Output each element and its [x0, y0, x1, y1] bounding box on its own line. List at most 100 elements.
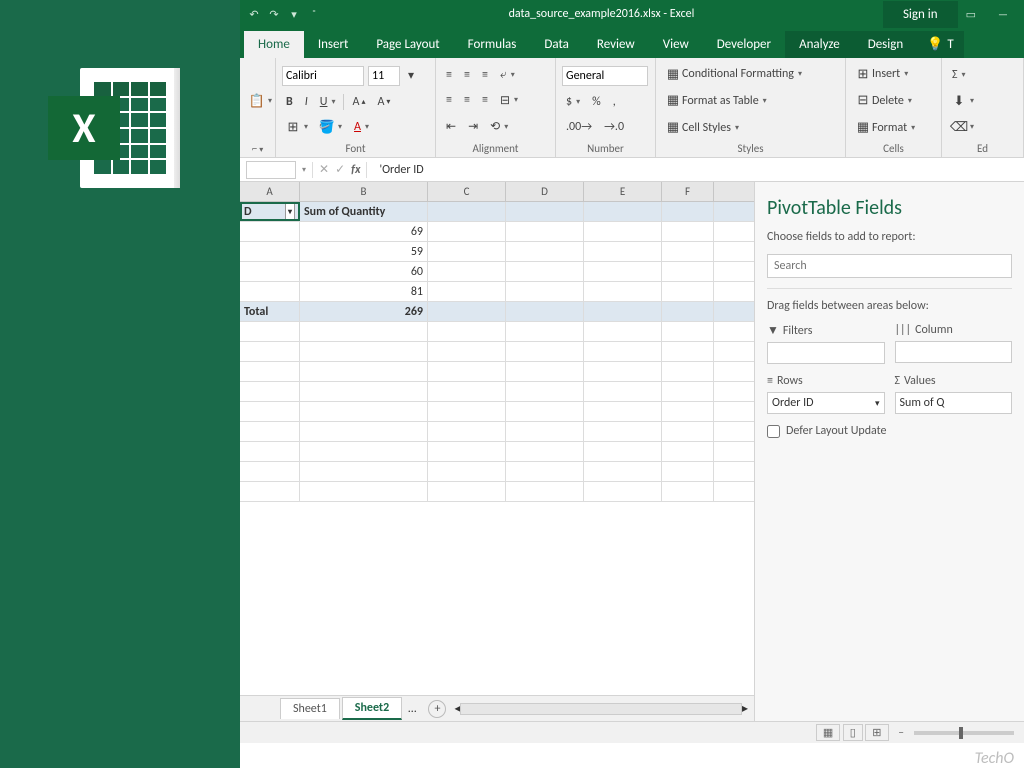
fx-icon[interactable]: fx: [351, 163, 360, 177]
col-B[interactable]: B: [300, 182, 428, 201]
increase-indent-button[interactable]: ⇥: [464, 117, 482, 136]
comma-button[interactable]: ,: [609, 93, 620, 111]
col-D[interactable]: D: [506, 182, 584, 201]
wrap-text-button[interactable]: ⤶: [496, 66, 519, 84]
minimize-icon[interactable]: —: [990, 8, 1016, 21]
borders-button[interactable]: ⊞: [282, 118, 312, 136]
cell-area[interactable]: D▾ Sum of Quantity 69 59 60 81 Total269: [240, 202, 754, 695]
decrease-indent-button[interactable]: ⇤: [442, 117, 460, 136]
fields-search-input[interactable]: [767, 254, 1012, 278]
increase-decimal-button[interactable]: .00→: [562, 118, 596, 136]
cancel-formula-icon[interactable]: ✕: [319, 162, 329, 177]
merge-button[interactable]: ⊟: [496, 91, 522, 110]
filters-area[interactable]: ▼Filters: [767, 323, 885, 364]
sheet-tab-sheet2[interactable]: Sheet2: [342, 697, 402, 720]
font-size-combo[interactable]: [368, 66, 400, 86]
clear-button[interactable]: ⌫: [948, 118, 1017, 136]
filters-slot[interactable]: [767, 342, 885, 364]
tab-formulas[interactable]: Formulas: [454, 31, 531, 58]
table-row[interactable]: D▾ Sum of Quantity: [240, 202, 754, 222]
align-center-button[interactable]: ≡: [460, 91, 474, 109]
view-switcher[interactable]: ▦ ▯ ⊞: [816, 726, 889, 739]
cell-B1[interactable]: Sum of Quantity: [300, 202, 428, 221]
col-E[interactable]: E: [584, 182, 662, 201]
cell-styles-button[interactable]: ▦Cell Styles: [662, 119, 839, 137]
ribbon-display-icon[interactable]: ▭: [958, 8, 984, 21]
page-layout-view-icon[interactable]: ▯: [843, 724, 863, 741]
zoom-slider[interactable]: [914, 731, 1014, 735]
table-row[interactable]: 60: [240, 262, 754, 282]
tab-review[interactable]: Review: [583, 31, 649, 58]
sheet-tab-sheet1[interactable]: Sheet1: [280, 698, 340, 719]
enter-formula-icon[interactable]: ✓: [335, 162, 345, 177]
columns-area[interactable]: |||Column: [895, 323, 1013, 364]
italic-button[interactable]: I: [301, 93, 312, 111]
fill-button[interactable]: ⬇: [948, 92, 1017, 110]
format-as-table-button[interactable]: ▦Format as Table: [662, 92, 839, 110]
add-sheet-button[interactable]: +: [428, 700, 446, 718]
paste-button[interactable]: 📋: [246, 92, 269, 110]
align-right-button[interactable]: ≡: [478, 91, 492, 109]
decrease-decimal-button[interactable]: →.0: [600, 118, 628, 136]
filter-dropdown-icon[interactable]: ▾: [285, 202, 295, 221]
normal-view-icon[interactable]: ▦: [816, 724, 840, 741]
sheet-tabs-overflow[interactable]: …: [404, 702, 420, 716]
redo-icon[interactable]: ↷: [268, 8, 280, 21]
tab-developer[interactable]: Developer: [703, 31, 785, 58]
fill-color-button[interactable]: 🪣: [316, 118, 346, 136]
currency-button[interactable]: $: [562, 93, 584, 111]
cell-A1[interactable]: D▾: [240, 202, 300, 221]
increase-font-button[interactable]: A▴: [348, 93, 369, 111]
col-A[interactable]: A: [240, 182, 300, 201]
qat-customize-icon[interactable]: ▾: [288, 8, 300, 21]
signin-button[interactable]: Sign in: [883, 1, 958, 28]
align-left-button[interactable]: ≡: [442, 91, 456, 109]
font-name-combo[interactable]: [282, 66, 364, 86]
scroll-right-icon[interactable]: ▸: [742, 701, 748, 716]
orientation-button[interactable]: ⟲: [486, 117, 512, 136]
spreadsheet-grid[interactable]: A B C D E F D▾ Sum of Quantity 69 59 60 …: [240, 182, 754, 721]
tab-design[interactable]: Design: [854, 31, 917, 58]
autosum-button[interactable]: Σ: [948, 66, 1017, 84]
format-cells-button[interactable]: ▦Format: [852, 119, 935, 137]
underline-button[interactable]: U: [316, 93, 340, 111]
table-row[interactable]: 59: [240, 242, 754, 262]
qat-overflow-icon[interactable]: ⁼: [308, 8, 320, 21]
tell-me[interactable]: 💡 T: [917, 31, 964, 58]
col-F[interactable]: F: [662, 182, 714, 201]
page-break-view-icon[interactable]: ⊞: [865, 724, 888, 741]
column-headers[interactable]: A B C D E F: [240, 182, 754, 202]
font-color-button[interactable]: A: [350, 118, 373, 136]
zoom-out-icon[interactable]: −: [899, 726, 904, 739]
formula-input[interactable]: 'Order ID: [373, 163, 1024, 177]
rows-slot[interactable]: Order ID▾: [767, 392, 885, 414]
name-box[interactable]: [246, 161, 296, 179]
tab-home[interactable]: Home: [244, 31, 304, 58]
tab-data[interactable]: Data: [530, 31, 583, 58]
tab-page-layout[interactable]: Page Layout: [362, 31, 453, 58]
font-size-dropdown[interactable]: ▾: [404, 66, 418, 85]
tab-insert[interactable]: Insert: [304, 31, 363, 58]
undo-icon[interactable]: ↶: [248, 8, 260, 21]
values-area[interactable]: ΣValues Sum of Q: [895, 374, 1013, 414]
tab-analyze[interactable]: Analyze: [785, 31, 854, 58]
horizontal-scrollbar[interactable]: ◂ ▸: [448, 701, 754, 716]
table-row-total[interactable]: Total269: [240, 302, 754, 322]
align-top-button[interactable]: ≡: [442, 66, 456, 84]
defer-checkbox-input[interactable]: [767, 425, 780, 438]
clipboard-dialog-launcher[interactable]: ⌐: [246, 140, 269, 155]
columns-slot[interactable]: [895, 341, 1013, 363]
decrease-font-button[interactable]: A▾: [373, 93, 394, 111]
defer-layout-checkbox[interactable]: Defer Layout Update: [767, 424, 1012, 438]
col-C[interactable]: C: [428, 182, 506, 201]
bold-button[interactable]: B: [282, 93, 297, 111]
align-middle-button[interactable]: ≡: [460, 66, 474, 84]
insert-cells-button[interactable]: ⊞Insert: [852, 65, 935, 83]
rows-area[interactable]: ≡Rows Order ID▾: [767, 374, 885, 414]
delete-cells-button[interactable]: ⊟Delete: [852, 92, 935, 110]
values-slot[interactable]: Sum of Q: [895, 392, 1013, 414]
align-bottom-button[interactable]: ≡: [478, 66, 492, 84]
table-row[interactable]: 69: [240, 222, 754, 242]
conditional-formatting-button[interactable]: ▦Conditional Formatting: [662, 65, 839, 83]
tab-view[interactable]: View: [649, 31, 703, 58]
